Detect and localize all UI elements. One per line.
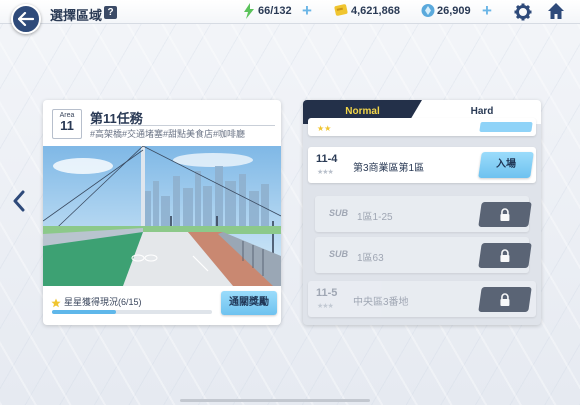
stage-row: SUB 1區1-25: [315, 196, 532, 232]
home-indicator: [180, 399, 370, 402]
locked-button: [478, 243, 532, 268]
stage-panel: Hard Normal ★★ 11-4 ★★★ 第3商業區第1區 入場 SUB …: [303, 100, 541, 325]
stage-row-partial: ★★: [308, 118, 536, 136]
star-progress-bar: [52, 310, 212, 314]
back-button[interactable]: [11, 4, 41, 34]
star-progress-fill: [52, 310, 116, 314]
stage-number: 11-4: [316, 153, 338, 165]
stage-stars: ★★★: [317, 303, 334, 310]
star-progress-label: 星星獲得現況(6/15): [64, 297, 142, 307]
area-number: 11: [60, 118, 74, 133]
stage-enter-button-partial[interactable]: [479, 122, 533, 132]
previous-area-icon[interactable]: [12, 190, 26, 217]
stage-number: SUB: [329, 208, 349, 218]
locked-button: [478, 287, 532, 312]
lock-icon: [500, 292, 510, 306]
home-icon[interactable]: [547, 2, 565, 25]
enter-button[interactable]: 入場: [478, 152, 534, 178]
stage-stars: ★★: [317, 124, 332, 133]
help-button[interactable]: ?: [104, 6, 117, 19]
stage-name: 中央區3番地: [353, 297, 409, 308]
locked-button: [478, 202, 532, 227]
mission-tags: #高架橋#交通堵塞#甜點美食店#咖啡廳: [90, 129, 246, 139]
stage-name: 1區1-25: [357, 212, 393, 223]
lock-icon: [500, 248, 510, 262]
stamina-value: 66/132: [258, 5, 292, 17]
gem-add-button[interactable]: +: [482, 2, 492, 20]
stage-number: 11-5: [316, 287, 338, 299]
gem-icon: [421, 3, 435, 23]
stage-name: 第3商業區第1區: [353, 163, 425, 174]
clear-reward-button[interactable]: 通關獎勵: [221, 291, 277, 315]
area-badge: Area 11: [52, 109, 82, 139]
gem-value: 26,909: [437, 5, 471, 17]
credit-value: 4,621,868: [351, 5, 400, 17]
stage-row: SUB 1區63: [315, 237, 532, 273]
gear-icon[interactable]: [514, 3, 532, 26]
stage-stars: ★★★: [317, 169, 334, 176]
stamina-add-button[interactable]: +: [302, 2, 312, 20]
enter-button-label: 入場: [496, 159, 516, 170]
mission-scene-image: [43, 146, 281, 286]
arrow-left-icon: [18, 12, 34, 26]
stage-number: SUB: [329, 249, 349, 259]
page-title: 選擇區域: [50, 8, 103, 23]
top-bar: 選擇區域 ? 66/132 + 4,621,868 26,909 +: [0, 0, 580, 24]
mission-card: Area 11 第11任務 #高架橋#交通堵塞#甜點美食店#咖啡廳 星星獲得現況…: [43, 100, 281, 325]
title-divider: [90, 125, 275, 126]
lock-icon: [500, 207, 510, 221]
stage-name: 1區63: [357, 253, 384, 264]
stamina-icon: [243, 3, 255, 24]
stage-row[interactable]: 11-4 ★★★ 第3商業區第1區 入場: [308, 147, 536, 183]
stage-row: 11-5 ★★★ 中央區3番地: [308, 281, 536, 317]
credit-icon: [334, 3, 349, 23]
